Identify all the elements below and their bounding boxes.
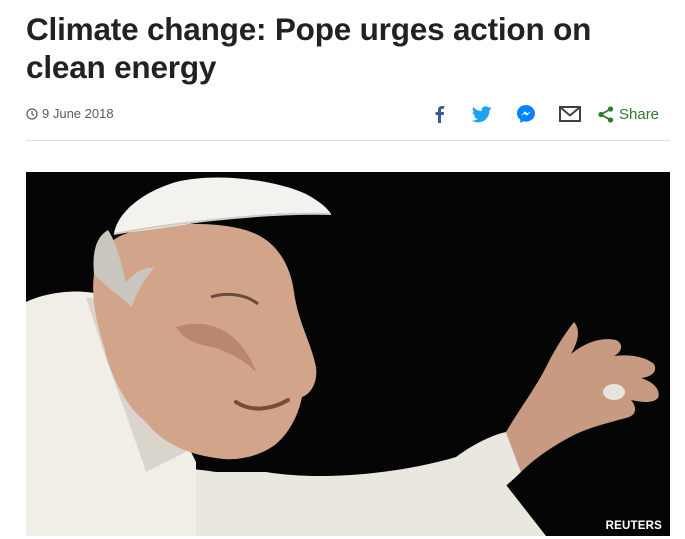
share-label: Share	[619, 105, 660, 123]
messenger-icon	[517, 105, 535, 123]
share-icon	[598, 105, 614, 123]
facebook-icon	[435, 106, 445, 123]
twitter-share-button[interactable]	[469, 102, 495, 126]
share-button[interactable]: Share	[598, 102, 659, 126]
article-meta: 9 June 2018 Share	[26, 98, 670, 130]
date-text: 9 June 2018	[42, 106, 114, 121]
email-share-button[interactable]	[557, 102, 583, 126]
facebook-share-button[interactable]	[426, 102, 452, 126]
share-tools: Share	[426, 98, 670, 130]
twitter-icon	[472, 105, 492, 122]
clock-icon	[26, 107, 38, 120]
messenger-share-button[interactable]	[513, 102, 539, 126]
article-image: REUTERS	[26, 172, 670, 536]
divider	[26, 140, 670, 141]
article-date: 9 June 2018	[26, 106, 114, 121]
image-credit: REUTERS	[605, 520, 662, 532]
pope-photo	[26, 172, 670, 536]
article-headline: Climate change: Pope urges action on cle…	[26, 11, 592, 85]
email-icon	[559, 106, 581, 122]
